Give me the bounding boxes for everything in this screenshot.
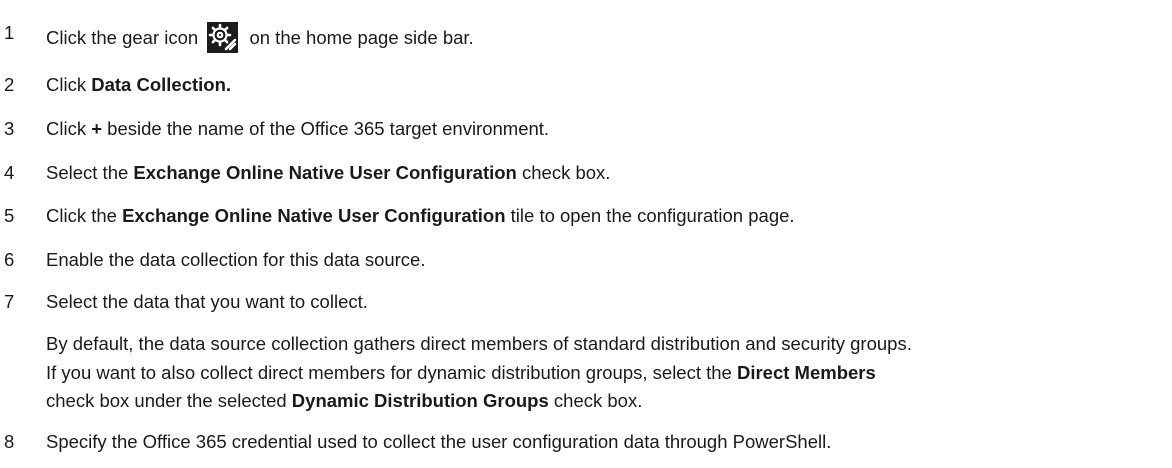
note-line-2-text: If you want to also collect direct membe…	[46, 361, 737, 383]
step-number: 7	[4, 291, 15, 312]
step-text-after: check box.	[516, 162, 611, 183]
step-number: 3	[4, 118, 15, 139]
step-text-before: Click	[46, 118, 92, 139]
step-text-after: tile to open the configuration page.	[505, 205, 795, 226]
instruction-steps: 1 Click the gear icon on the home page s…	[0, 0, 1172, 468]
step-7-note: By default, the data source collection g…	[46, 330, 1156, 416]
note-line-3-bold: Dynamic Distribution Groups	[291, 390, 549, 411]
step-number: 6	[4, 249, 15, 270]
step-text: Enable the data collection for this data…	[46, 249, 426, 270]
step-text: Click the Exchange Online Native User Co…	[46, 205, 795, 227]
step-text-bold: Exchange Online Native User Configuratio…	[122, 205, 506, 226]
note-line-2-bold: Direct Members	[736, 361, 876, 383]
step-text: Select the Exchange Online Native User C…	[46, 162, 610, 184]
note-line-3-text: check box under the selected	[46, 390, 292, 411]
step-number: 1	[4, 22, 15, 43]
note-line-3: check box under the selected Dynamic Dis…	[46, 387, 1156, 416]
step-text: Select the data that you want to collect…	[46, 291, 368, 312]
note-line-3-after: check box.	[548, 390, 643, 411]
step-number: 4	[4, 162, 15, 183]
step-text-bold: +	[91, 118, 103, 139]
gear-icon	[207, 22, 239, 53]
step-text: Click + beside the name of the Office 36…	[46, 118, 549, 140]
step-text-bold: Exchange Online Native User Configuratio…	[133, 162, 517, 183]
step-text: Click the gear icon on the home page sid…	[46, 22, 474, 53]
step-text-before: Click the gear icon	[46, 27, 199, 48]
step-number: 8	[4, 431, 15, 452]
step-text-after: beside the name of the Office 365 target…	[102, 118, 550, 139]
note-line-1: By default, the data source collection g…	[46, 333, 912, 354]
step-number: 2	[4, 74, 15, 95]
step-text-before: Click	[46, 74, 92, 95]
step-number: 5	[4, 205, 15, 226]
step-text-before: Click the	[46, 205, 123, 226]
step-text: Specify the Office 365 credential used t…	[46, 431, 832, 452]
step-text-bold: Data Collection.	[91, 74, 232, 95]
note-line-2: If you want to also collect direct membe…	[46, 359, 1156, 388]
step-text: Click Data Collection.	[46, 74, 231, 96]
step-text-after: on the home page side bar.	[249, 27, 474, 48]
step-text-before: Select the	[46, 162, 134, 183]
